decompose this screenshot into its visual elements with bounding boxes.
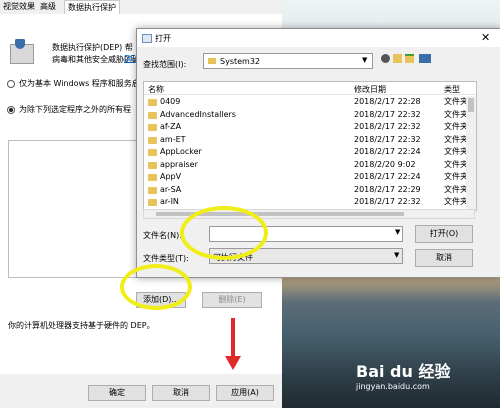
- radio-all-except[interactable]: [7, 106, 15, 114]
- column-type[interactable]: 类型: [444, 84, 460, 95]
- watermark-subtext: jingyan.baidu.com: [356, 382, 430, 391]
- lookin-label: 查找范围(I):: [143, 60, 187, 69]
- file-name: 0409: [160, 97, 181, 106]
- watermark: Bai du 经验 jingyan.baidu.com: [356, 362, 496, 402]
- processor-note: 你的计算机处理器支持基于硬件的 DEP。: [8, 321, 155, 330]
- scrollbar-thumb[interactable]: [468, 98, 474, 112]
- highlight-filename-circle: [180, 206, 268, 260]
- up-folder-icon[interactable]: [393, 54, 402, 63]
- file-name: af-ZA: [160, 122, 182, 131]
- file-type: 文件夹: [444, 122, 468, 131]
- file-type: 文件夹: [444, 172, 468, 181]
- folder-icon: [148, 161, 157, 169]
- file-date: 2018/2/17 22:32: [354, 109, 421, 119]
- folder-icon: [148, 149, 157, 156]
- apply-button[interactable]: 应用(A): [216, 385, 274, 401]
- file-date: 2018/2/17 22:32: [354, 134, 421, 144]
- folder-icon: [148, 174, 157, 181]
- tab-advanced[interactable]: 高级: [37, 0, 59, 13]
- vertical-scrollbar[interactable]: [466, 96, 476, 210]
- open-button[interactable]: 打开(O): [415, 225, 473, 243]
- folder-icon: [148, 199, 157, 206]
- filetype-chevron-icon: ▼: [394, 251, 400, 259]
- app-icon: [142, 34, 152, 43]
- file-type: 文件夹: [444, 134, 468, 144]
- highlight-add-circle: [120, 264, 192, 310]
- file-name: appraiser: [160, 159, 198, 169]
- view-menu-icon[interactable]: [419, 54, 431, 63]
- dep-link[interactable]: DE: [124, 54, 135, 63]
- file-type: 文件夹: [444, 197, 468, 206]
- filename-chevron-icon: ▼: [395, 228, 401, 236]
- tab-visual-effects[interactable]: 视觉效果: [0, 0, 38, 13]
- red-arrowhead-icon: [225, 356, 241, 370]
- list-item[interactable]: am-ET 2018/2/17 22:32 文件夹: [144, 134, 476, 146]
- file-list: 名称 修改日期 类型 0409 2018/2/17 22:28 文件夹 Advance…: [143, 81, 477, 211]
- lookin-value: System32: [220, 57, 261, 66]
- file-type: 文件夹: [444, 159, 468, 169]
- dialog-title: 打开: [155, 34, 171, 43]
- file-date: 2018/2/20 9:02: [354, 159, 416, 169]
- list-item[interactable]: af-ZA 2018/2/17 22:32 文件夹: [144, 121, 476, 133]
- file-name: AppLocker: [160, 147, 202, 156]
- folder-icon: [148, 99, 157, 106]
- folder-icon: [148, 124, 157, 131]
- close-icon[interactable]: ✕: [481, 31, 490, 44]
- folder-icon: [208, 58, 216, 64]
- tab-bar: 视觉效果 高级 数据执行保护: [0, 0, 282, 15]
- back-nav-icon[interactable]: [381, 54, 390, 63]
- list-item[interactable]: 0409 2018/2/17 22:28 文件夹: [144, 96, 476, 108]
- file-type: 文件夹: [444, 147, 468, 156]
- folder-icon: [148, 136, 157, 144]
- file-name: ar-SA: [160, 184, 182, 194]
- file-type: 文件夹: [444, 97, 468, 106]
- remove-button: 删除(E): [202, 292, 262, 308]
- radio-essential-only[interactable]: [7, 80, 15, 88]
- file-date: 2018/2/17 22:24: [354, 147, 421, 156]
- list-item[interactable]: appraiser 2018/2/20 9:02 文件夹: [144, 159, 476, 171]
- list-item[interactable]: AdvancedInstallers 2018/2/17 22:32 文件夹: [144, 109, 476, 121]
- file-type: 文件夹: [444, 109, 468, 119]
- file-date: 2018/2/17 22:28: [354, 97, 421, 106]
- file-date: 2018/2/17 22:29: [354, 184, 421, 194]
- ok-button[interactable]: 确定: [88, 385, 146, 401]
- radio-essential-label: 仅为基本 Windows 程序和服务启: [19, 79, 140, 88]
- file-name: AdvancedInstallers: [160, 109, 236, 119]
- filetype-label: 文件类型(T):: [143, 254, 189, 263]
- column-name[interactable]: 名称: [148, 84, 164, 95]
- dep-title: 数据执行保护(DEP) 帮: [52, 43, 133, 52]
- file-name: AppV: [160, 172, 182, 181]
- file-type: 文件夹: [444, 184, 468, 194]
- column-date[interactable]: 修改日期: [354, 84, 386, 95]
- list-item[interactable]: AppV 2018/2/17 22:24 文件夹: [144, 171, 476, 183]
- list-item[interactable]: AppLocker 2018/2/17 22:24 文件夹: [144, 146, 476, 158]
- list-item[interactable]: ar-SA 2018/2/17 22:29 文件夹: [144, 184, 476, 196]
- file-name: ar-IN: [160, 197, 179, 206]
- red-arrow-down-icon: [231, 318, 235, 358]
- filename-label: 文件名(N):: [143, 231, 182, 240]
- dep-shield-icon: [10, 39, 34, 64]
- file-name: am-ET: [160, 134, 186, 144]
- tab-dep[interactable]: 数据执行保护: [64, 0, 120, 14]
- open-cancel-button[interactable]: 取消: [415, 249, 473, 267]
- new-folder-icon[interactable]: [405, 54, 414, 63]
- folder-icon: [148, 111, 157, 119]
- list-item[interactable]: ar-IN 2018/2/17 22:32 文件夹: [144, 196, 476, 208]
- list-header: 名称 修改日期 类型: [144, 82, 476, 95]
- file-date: 2018/2/17 22:32: [354, 197, 421, 206]
- file-date: 2018/2/17 22:32: [354, 122, 421, 131]
- dialog-titlebar: 打开 ✕: [137, 29, 500, 47]
- lookin-dropdown[interactable]: System32 ▼: [203, 53, 373, 69]
- folder-icon: [148, 186, 157, 194]
- radio-all-except-label: 为除下列选定程序之外的所有程: [19, 105, 131, 114]
- watermark-text: Bai du 经验: [356, 362, 451, 381]
- file-date: 2018/2/17 22:24: [354, 172, 421, 181]
- cancel-button[interactable]: 取消: [152, 385, 210, 401]
- chevron-down-icon: ▼: [362, 56, 368, 64]
